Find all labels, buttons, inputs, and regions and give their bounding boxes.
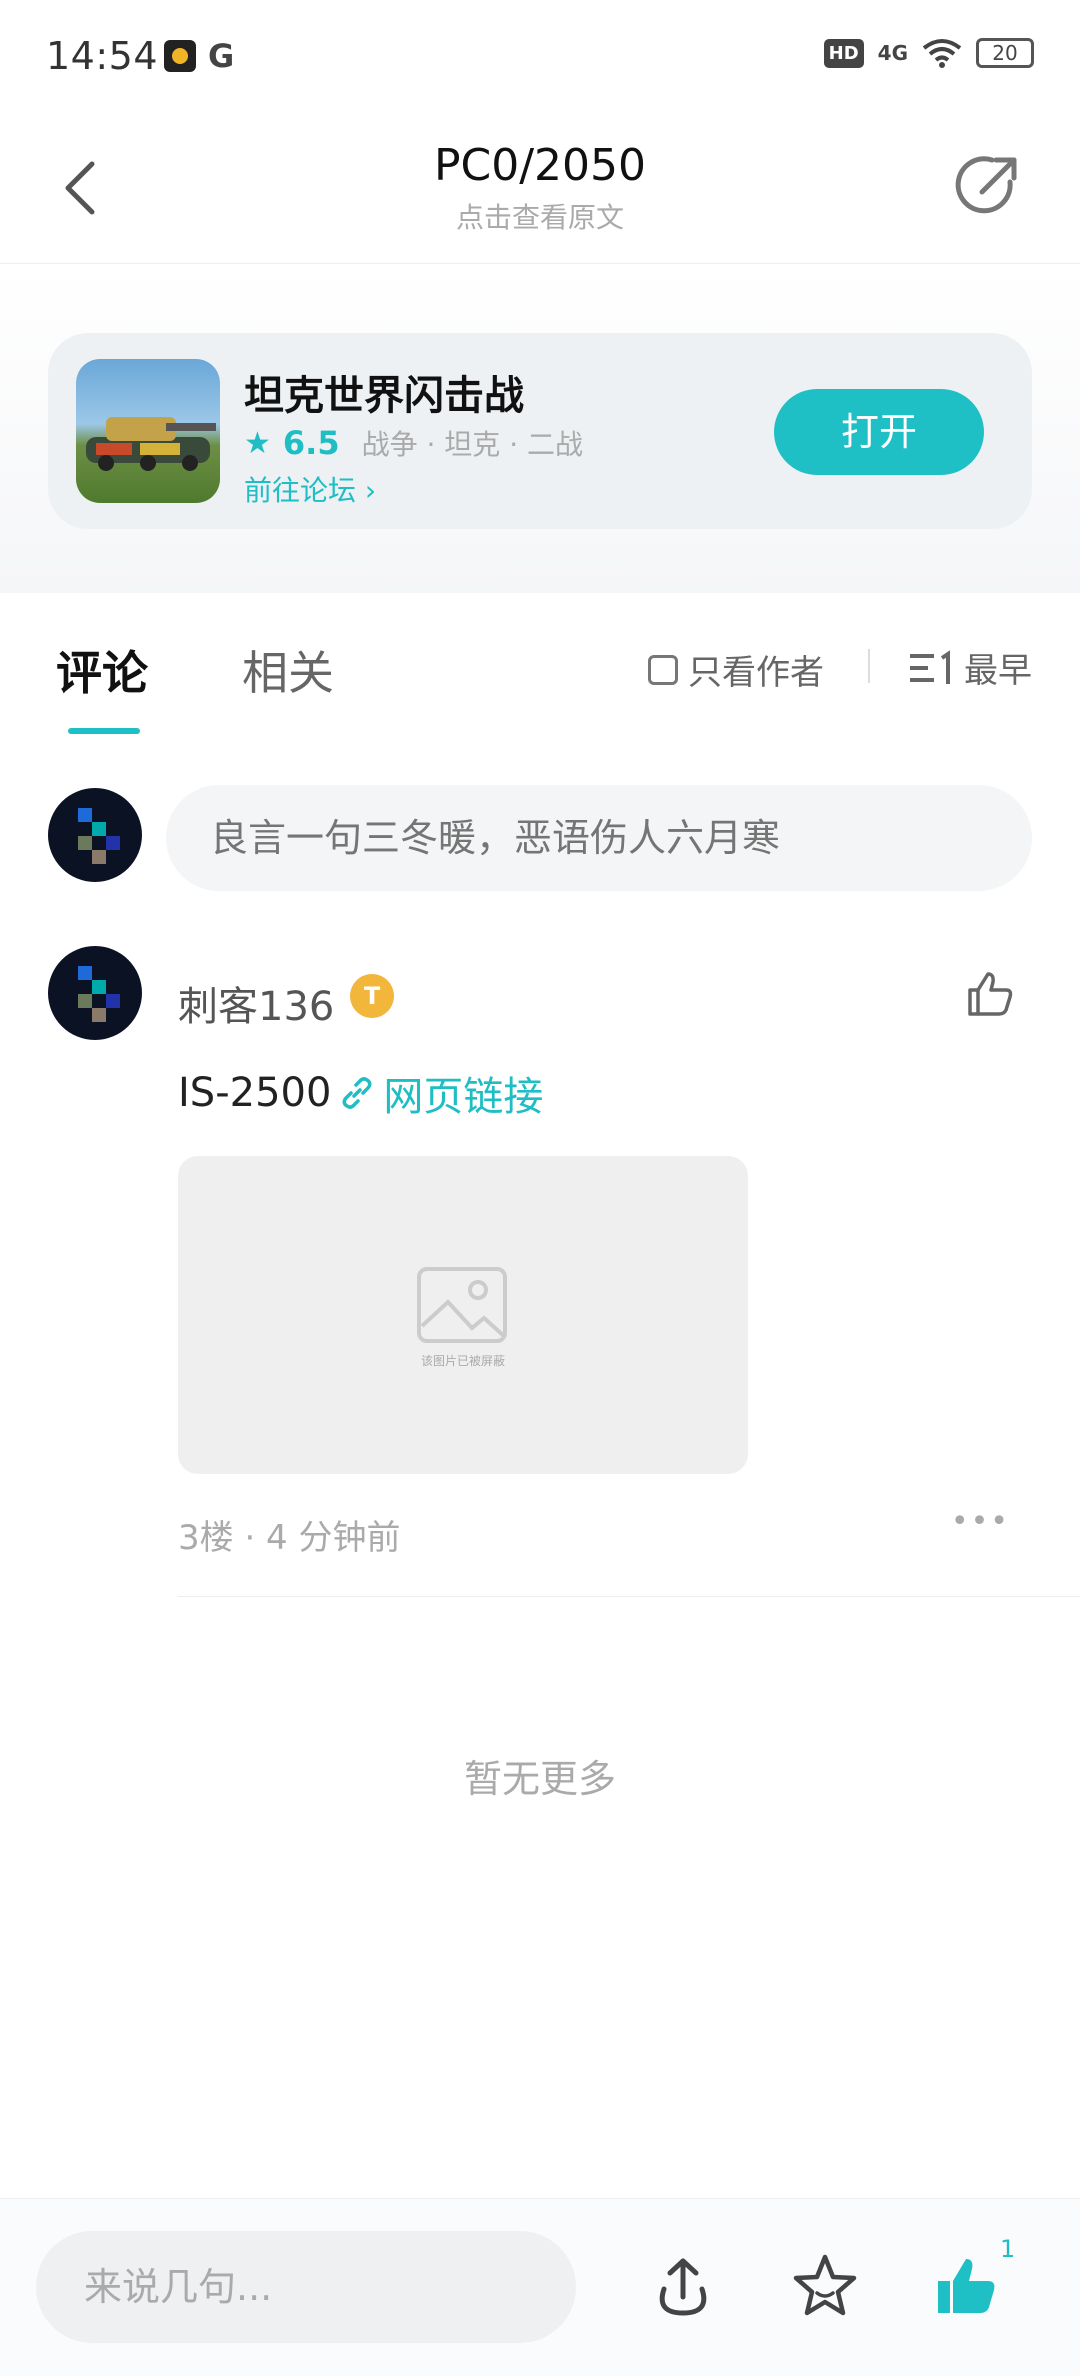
game-section: 坦克世界闪击战 ★ 6.5 战争 · 坦克 · 二战 前往论坛 › 打开 bbox=[0, 265, 1080, 593]
comment-text-content: IS-2500 bbox=[178, 1070, 332, 1116]
no-more-text: 暂无更多 bbox=[463, 1757, 616, 1801]
status-indicators: HD 4G 20 bbox=[823, 38, 1034, 68]
status-bar: 14:54 G HD 4G 20 bbox=[0, 0, 1080, 112]
game-meta: ★ 6.5 战争 · 坦克 · 二战 bbox=[244, 423, 583, 463]
blocked-image-label: 该图片已被屏蔽 bbox=[420, 1354, 505, 1368]
only-author-toggle[interactable]: 只看作者 bbox=[648, 645, 824, 694]
game-name: 坦克世界闪击战 bbox=[244, 373, 524, 419]
comment-item: 刺客136 T IS-2500 网页链接 该图片已被屏蔽 3楼 · 4 分钟前 … bbox=[0, 946, 1080, 1597]
game-card[interactable]: 坦克世界闪击战 ★ 6.5 战争 · 坦克 · 二战 前往论坛 › 打开 bbox=[48, 333, 1032, 529]
wifi-icon bbox=[922, 39, 962, 68]
battery-icon: 20 bbox=[976, 38, 1034, 68]
active-tab-indicator bbox=[68, 728, 140, 734]
link-icon bbox=[342, 1077, 372, 1109]
google-icon: G bbox=[208, 37, 235, 75]
forum-link-label: 前往论坛 bbox=[244, 474, 357, 507]
like-filled-icon[interactable] bbox=[932, 2251, 1002, 2321]
checkbox-icon[interactable] bbox=[648, 654, 678, 685]
sort-icon bbox=[910, 649, 950, 684]
signal-icon: 4G bbox=[877, 41, 908, 65]
page-title: PC0/2050 bbox=[433, 140, 647, 191]
sort-toggle[interactable]: 最早 bbox=[908, 643, 1032, 692]
like-count: 1 bbox=[1000, 2235, 1016, 2263]
comment-input[interactable] bbox=[166, 785, 1032, 891]
app-notification-icon bbox=[164, 40, 196, 72]
game-rating: 6.5 bbox=[282, 424, 340, 462]
comment-tabs: 评论 相关 只看作者 最早 bbox=[0, 593, 1080, 743]
star-icon: ★ bbox=[244, 425, 271, 461]
commenter-avatar[interactable] bbox=[48, 946, 142, 1040]
view-original-link[interactable]: 点击查看原文 bbox=[0, 196, 1080, 236]
divider bbox=[868, 649, 870, 683]
game-icon bbox=[76, 359, 220, 503]
blocked-image[interactable]: 该图片已被屏蔽 bbox=[178, 1156, 748, 1474]
sort-label: 最早 bbox=[964, 651, 1032, 691]
web-link[interactable]: 网页链接 bbox=[383, 1064, 543, 1122]
comment-input-row bbox=[0, 780, 1080, 900]
thumbs-up-icon[interactable] bbox=[964, 968, 1016, 1020]
favorite-star-icon[interactable] bbox=[790, 2251, 860, 2321]
reply-input[interactable]: 来说几句... bbox=[36, 2231, 576, 2343]
divider bbox=[178, 1596, 1080, 1597]
nav-bar: PC0/2050 点击查看原文 bbox=[0, 112, 1080, 264]
image-placeholder-icon bbox=[417, 1267, 507, 1343]
tab-related[interactable]: 相关 bbox=[242, 637, 334, 703]
game-tags: 战争 · 坦克 · 二战 bbox=[361, 428, 583, 461]
only-author-label: 只看作者 bbox=[688, 653, 824, 693]
forum-link[interactable]: 前往论坛 › bbox=[244, 469, 376, 509]
level-badge-icon: T bbox=[350, 974, 394, 1018]
hd-icon: HD bbox=[823, 38, 864, 68]
comment-meta: 3楼 · 4 分钟前 bbox=[178, 1518, 401, 1558]
current-user-avatar bbox=[48, 788, 142, 882]
tab-comments[interactable]: 评论 bbox=[56, 637, 148, 703]
chevron-right-icon: › bbox=[364, 474, 377, 507]
share-icon[interactable] bbox=[952, 150, 1024, 222]
comment-text: IS-2500 网页链接 bbox=[178, 1064, 543, 1122]
open-game-button[interactable]: 打开 bbox=[774, 389, 984, 475]
bottom-bar: 来说几句... 1 bbox=[0, 2198, 1080, 2376]
commenter-name[interactable]: 刺客136 bbox=[178, 974, 334, 1032]
status-time: 14:54 bbox=[46, 34, 159, 78]
more-options-icon[interactable]: ••• bbox=[951, 1504, 1010, 1539]
upload-share-icon[interactable] bbox=[648, 2251, 718, 2321]
